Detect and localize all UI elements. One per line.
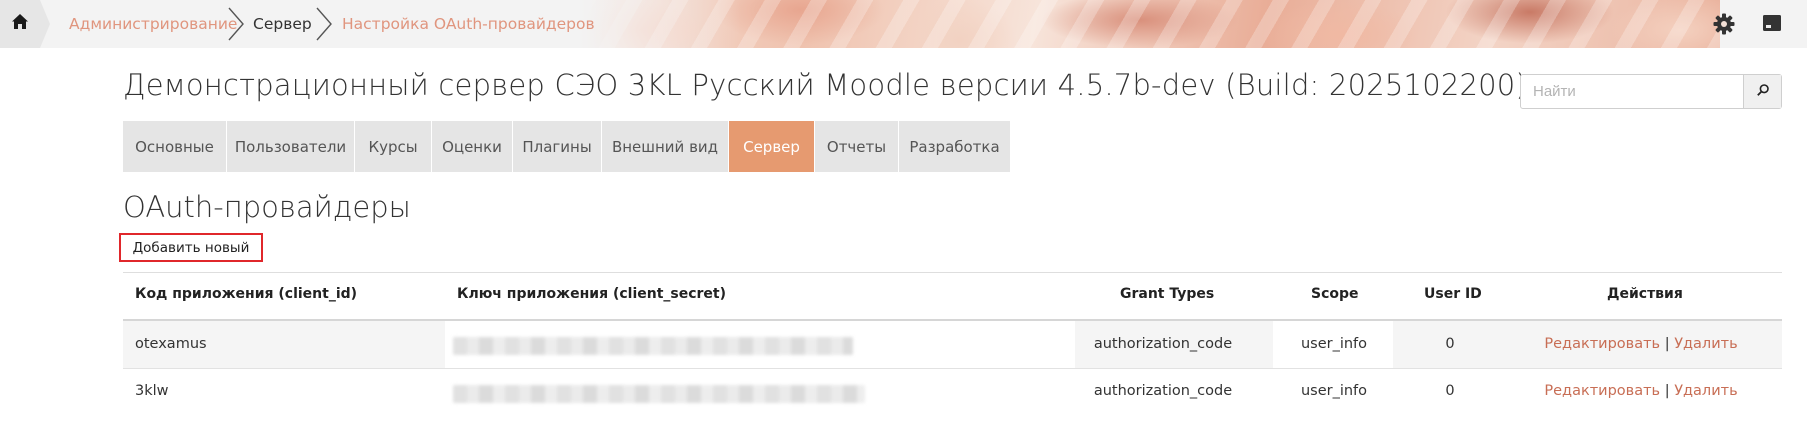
cell-user-id: 0 [1445,383,1455,399]
table-row [123,369,1782,416]
search-icon [1756,82,1770,101]
gear-icon[interactable] [1712,12,1736,36]
site-title: Демонстрационный сервер СЭО 3KL Русский … [123,68,1527,102]
tab-reports[interactable]: Отчеты [815,121,899,172]
admin-nav-tabs: Основные Пользователи Курсы Оценки Плаги… [123,121,1011,172]
header-decoration [580,0,1720,48]
tab-general[interactable]: Основные [123,121,227,172]
column-header-scope: Scope [1311,286,1359,302]
action-separator: | [1664,336,1670,352]
breadcrumb-item-administration[interactable]: Администрирование [69,0,237,48]
breadcrumb-item-server[interactable]: Сервер [253,0,312,48]
breadcrumb-separator [228,7,244,41]
tab-appearance[interactable]: Внешний вид [602,121,729,172]
delete-link[interactable]: Удалить [1674,336,1737,352]
table-row [123,321,1782,368]
section-title: OAuth-провайдеры [123,190,411,224]
cell-client-id: otexamus [135,336,207,352]
drawer-icon[interactable] [1761,12,1785,36]
tab-server[interactable]: Сервер [729,121,815,172]
add-new-button[interactable]: Добавить новый [119,233,263,262]
column-header-client-secret: Ключ приложения (client_secret) [457,286,727,302]
tab-grades[interactable]: Оценки [432,121,513,172]
edit-link[interactable]: Редактировать [1544,383,1660,399]
cell-user-id: 0 [1445,336,1455,352]
tab-courses[interactable]: Курсы [355,121,432,172]
table-top-border [123,272,1782,273]
tab-users[interactable]: Пользователи [227,121,355,172]
edit-link[interactable]: Редактировать [1544,336,1660,352]
breadcrumb-item-oauth-settings[interactable]: Настройка OAuth-провайдеров [342,0,595,48]
delete-link[interactable]: Удалить [1674,383,1737,399]
home-icon [11,13,29,35]
tab-plugins[interactable]: Плагины [513,121,602,172]
tab-development[interactable]: Разработка [899,121,1011,172]
home-button[interactable] [0,0,50,48]
column-header-grant-types: Grant Types [1120,286,1215,302]
cell-actions: Редактировать | Удалить [1544,383,1737,399]
cell-grant-types: authorization_code [1093,336,1233,352]
cell-client-secret-redacted [453,385,865,403]
action-separator: | [1664,383,1670,399]
column-header-client-id: Код приложения (client_id) [135,286,358,302]
cell-actions: Редактировать | Удалить [1544,336,1737,352]
cell-scope: user_info [1300,336,1368,352]
column-header-user-id: User ID [1424,286,1482,302]
column-header-actions: Действия [1607,286,1683,302]
search-button[interactable] [1743,75,1781,108]
cell-scope: user_info [1300,383,1368,399]
search-input[interactable] [1521,75,1744,108]
cell-client-id: 3klw [135,383,169,399]
cell-client-secret-redacted [453,337,853,355]
breadcrumb-separator [316,7,332,41]
cell-grant-types: authorization_code [1093,383,1233,399]
